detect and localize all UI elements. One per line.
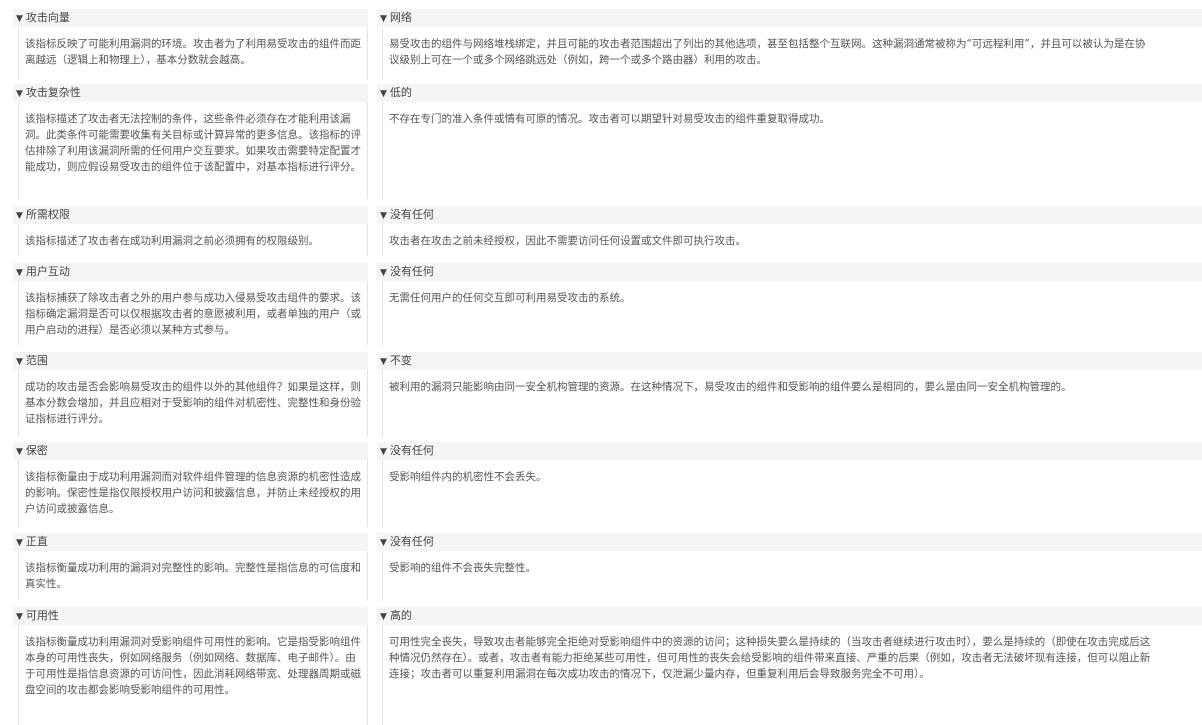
metric-name: 攻击向量	[25, 11, 70, 24]
metric-value-header[interactable]: ▼ 不变	[377, 352, 1202, 370]
metric-value: 没有任何	[389, 444, 434, 457]
triangle-down-icon[interactable]: ▼	[380, 14, 387, 24]
metric-name-header[interactable]: ▼ 攻击向量	[13, 9, 368, 27]
metric-value-description: 受影响组件内的机密性不会丢失。	[382, 460, 1202, 527]
metric-value-header[interactable]: ▼ 没有任何	[377, 533, 1202, 551]
triangle-down-icon[interactable]: ▼	[16, 89, 23, 99]
metric-description: 该指标衡量成功利用漏洞对受影响组件可用性的影响。它是指受影响组件本身的可用性丧失…	[18, 625, 368, 725]
metric-name: 保密	[25, 444, 48, 457]
triangle-down-icon[interactable]: ▼	[380, 447, 387, 457]
metric-name-header[interactable]: ▼ 用户互动	[13, 263, 368, 281]
metric-name: 可用性	[25, 609, 59, 622]
metric-name-column: ▼ 用户互动 该指标捕获了除攻击者之外的用户参与成功入侵易受攻击组件的要求。该指标…	[13, 263, 368, 345]
triangle-down-icon[interactable]: ▼	[16, 211, 23, 221]
metric-value-description: 易受攻击的组件与网络堆栈绑定，并且可能的攻击者范围超出了列出的其他选项，甚至包括…	[382, 27, 1202, 80]
metric-value-column: ▼ 高的 可用性完全丧失，导致攻击者能够完全拒绝对受影响组件中的资源的访问；这种损…	[377, 607, 1202, 725]
metric-name-column: ▼ 范围 成功的攻击是否会影响易受攻击的组件以外的其他组件？如果是这样，则基本分数…	[13, 352, 368, 436]
metric-value-header[interactable]: ▼ 低的	[377, 84, 1202, 102]
metric-row-integrity: ▼ 正直 该指标衡量成功利用的漏洞对完整性的影响。完整性是指信息的可信度和真实性。…	[0, 533, 1202, 601]
metric-value-column: ▼ 网络 易受攻击的组件与网络堆栈绑定，并且可能的攻击者范围超出了列出的其他选项，…	[377, 9, 1202, 80]
metric-name-column: ▼ 正直 该指标衡量成功利用的漏洞对完整性的影响。完整性是指信息的可信度和真实性。	[13, 533, 368, 601]
metric-name-header[interactable]: ▼ 范围	[13, 352, 368, 370]
metric-name-column: ▼ 保密 该指标衡量由于成功利用漏洞而对软件组件管理的信息资源的机密性造成的影响。…	[13, 442, 368, 527]
metric-value-column: ▼ 没有任何 受影响的组件不会丧失完整性。	[377, 533, 1202, 601]
metric-name: 范围	[25, 354, 48, 367]
metric-name-header[interactable]: ▼ 正直	[13, 533, 368, 551]
metric-name: 用户互动	[25, 265, 70, 278]
metric-value: 低的	[389, 86, 412, 99]
metric-name-column: ▼ 所需权限 该指标描述了攻击者在成功利用漏洞之前必须拥有的权限级别。	[13, 206, 368, 256]
triangle-down-icon[interactable]: ▼	[16, 14, 23, 24]
metric-value-column: ▼ 没有任何 受影响组件内的机密性不会丢失。	[377, 442, 1202, 527]
triangle-down-icon[interactable]: ▼	[16, 538, 23, 548]
metric-name-header[interactable]: ▼ 所需权限	[13, 206, 368, 224]
metric-name-column: ▼ 攻击向量 该指标反映了可能利用漏洞的环境。攻击者为了利用易受攻击的组件而距离越…	[13, 9, 368, 80]
metric-name-column: ▼ 可用性 该指标衡量成功利用漏洞对受影响组件可用性的影响。它是指受影响组件本身的…	[13, 607, 368, 725]
triangle-down-icon[interactable]: ▼	[16, 612, 23, 622]
metric-description: 成功的攻击是否会影响易受攻击的组件以外的其他组件？如果是这样，则基本分数会增加，…	[18, 370, 368, 436]
metric-value: 没有任何	[389, 265, 434, 278]
metric-value: 网络	[389, 11, 412, 24]
triangle-down-icon[interactable]: ▼	[16, 268, 23, 278]
metric-value-description: 攻击者在攻击之前未经授权，因此不需要访问任何设置或文件即可执行攻击。	[382, 224, 1202, 256]
metric-value-description: 无需任何用户的任何交互即可利用易受攻击的系统。	[382, 281, 1202, 345]
metric-value: 高的	[389, 609, 412, 622]
triangle-down-icon[interactable]: ▼	[380, 211, 387, 221]
metric-description: 该指标反映了可能利用漏洞的环境。攻击者为了利用易受攻击的组件而距离越远（逻辑上和…	[18, 27, 368, 80]
metric-value-description: 受影响的组件不会丧失完整性。	[382, 551, 1202, 601]
triangle-down-icon[interactable]: ▼	[380, 89, 387, 99]
metric-value-column: ▼ 没有任何 攻击者在攻击之前未经授权，因此不需要访问任何设置或文件即可执行攻击。	[377, 206, 1202, 256]
metric-value-header[interactable]: ▼ 高的	[377, 607, 1202, 625]
triangle-down-icon[interactable]: ▼	[380, 268, 387, 278]
triangle-down-icon[interactable]: ▼	[16, 447, 23, 457]
metric-value-column: ▼ 低的 不存在专门的准入条件或情有可原的情况。攻击者可以期望针对易受攻击的组件重…	[377, 84, 1202, 199]
metric-row-confidentiality: ▼ 保密 该指标衡量由于成功利用漏洞而对软件组件管理的信息资源的机密性造成的影响。…	[0, 442, 1202, 527]
metric-description: 该指标捕获了除攻击者之外的用户参与成功入侵易受攻击组件的要求。该指标确定漏洞是否…	[18, 281, 368, 345]
triangle-down-icon[interactable]: ▼	[380, 612, 387, 622]
metric-description: 该指标描述了攻击者在成功利用漏洞之前必须拥有的权限级别。	[18, 224, 368, 256]
cvss-metrics-list: ▼ 攻击向量 该指标反映了可能利用漏洞的环境。攻击者为了利用易受攻击的组件而距离越…	[0, 0, 1202, 725]
metric-value-column: ▼ 不变 被利用的漏洞只能影响由同一安全机构管理的资源。在这种情况下，易受攻击的组…	[377, 352, 1202, 436]
metric-description: 该指标衡量成功利用的漏洞对完整性的影响。完整性是指信息的可信度和真实性。	[18, 551, 368, 601]
metric-name-header[interactable]: ▼ 攻击复杂性	[13, 84, 368, 102]
metric-value-header[interactable]: ▼ 没有任何	[377, 442, 1202, 460]
metric-row-scope: ▼ 范围 成功的攻击是否会影响易受攻击的组件以外的其他组件？如果是这样，则基本分数…	[0, 352, 1202, 436]
triangle-down-icon[interactable]: ▼	[380, 357, 387, 367]
metric-value-header[interactable]: ▼ 网络	[377, 9, 1202, 27]
metric-name: 攻击复杂性	[25, 86, 81, 99]
metric-value: 不变	[389, 354, 412, 367]
metric-row-attack-vector: ▼ 攻击向量 该指标反映了可能利用漏洞的环境。攻击者为了利用易受攻击的组件而距离越…	[0, 9, 1202, 80]
metric-value-description: 可用性完全丧失，导致攻击者能够完全拒绝对受影响组件中的资源的访问；这种损失要么是…	[382, 625, 1202, 725]
metric-row-privileges-required: ▼ 所需权限 该指标描述了攻击者在成功利用漏洞之前必须拥有的权限级别。 ▼ 没有任何…	[0, 206, 1202, 256]
metric-name: 正直	[25, 535, 48, 548]
metric-name-header[interactable]: ▼ 保密	[13, 442, 368, 460]
triangle-down-icon[interactable]: ▼	[380, 538, 387, 548]
metric-value-description: 被利用的漏洞只能影响由同一安全机构管理的资源。在这种情况下，易受攻击的组件和受影…	[382, 370, 1202, 436]
triangle-down-icon[interactable]: ▼	[16, 357, 23, 367]
metric-value-column: ▼ 没有任何 无需任何用户的任何交互即可利用易受攻击的系统。	[377, 263, 1202, 345]
metric-name-column: ▼ 攻击复杂性 该指标描述了攻击者无法控制的条件，这些条件必须存在才能利用该漏洞。…	[13, 84, 368, 199]
metric-value-description: 不存在专门的准入条件或情有可原的情况。攻击者可以期望针对易受攻击的组件重复取得成…	[382, 102, 1202, 199]
metric-value-header[interactable]: ▼ 没有任何	[377, 206, 1202, 224]
metric-description: 该指标描述了攻击者无法控制的条件，这些条件必须存在才能利用该漏洞。此类条件可能需…	[18, 102, 368, 199]
metric-value: 没有任何	[389, 535, 434, 548]
metric-row-attack-complexity: ▼ 攻击复杂性 该指标描述了攻击者无法控制的条件，这些条件必须存在才能利用该漏洞。…	[0, 84, 1202, 199]
metric-value: 没有任何	[389, 208, 434, 221]
metric-row-availability: ▼ 可用性 该指标衡量成功利用漏洞对受影响组件可用性的影响。它是指受影响组件本身的…	[0, 607, 1202, 725]
metric-row-user-interaction: ▼ 用户互动 该指标捕获了除攻击者之外的用户参与成功入侵易受攻击组件的要求。该指标…	[0, 263, 1202, 345]
metric-value-header[interactable]: ▼ 没有任何	[377, 263, 1202, 281]
metric-description: 该指标衡量由于成功利用漏洞而对软件组件管理的信息资源的机密性造成的影响。保密性是…	[18, 460, 368, 527]
metric-name-header[interactable]: ▼ 可用性	[13, 607, 368, 625]
metric-name: 所需权限	[25, 208, 70, 221]
